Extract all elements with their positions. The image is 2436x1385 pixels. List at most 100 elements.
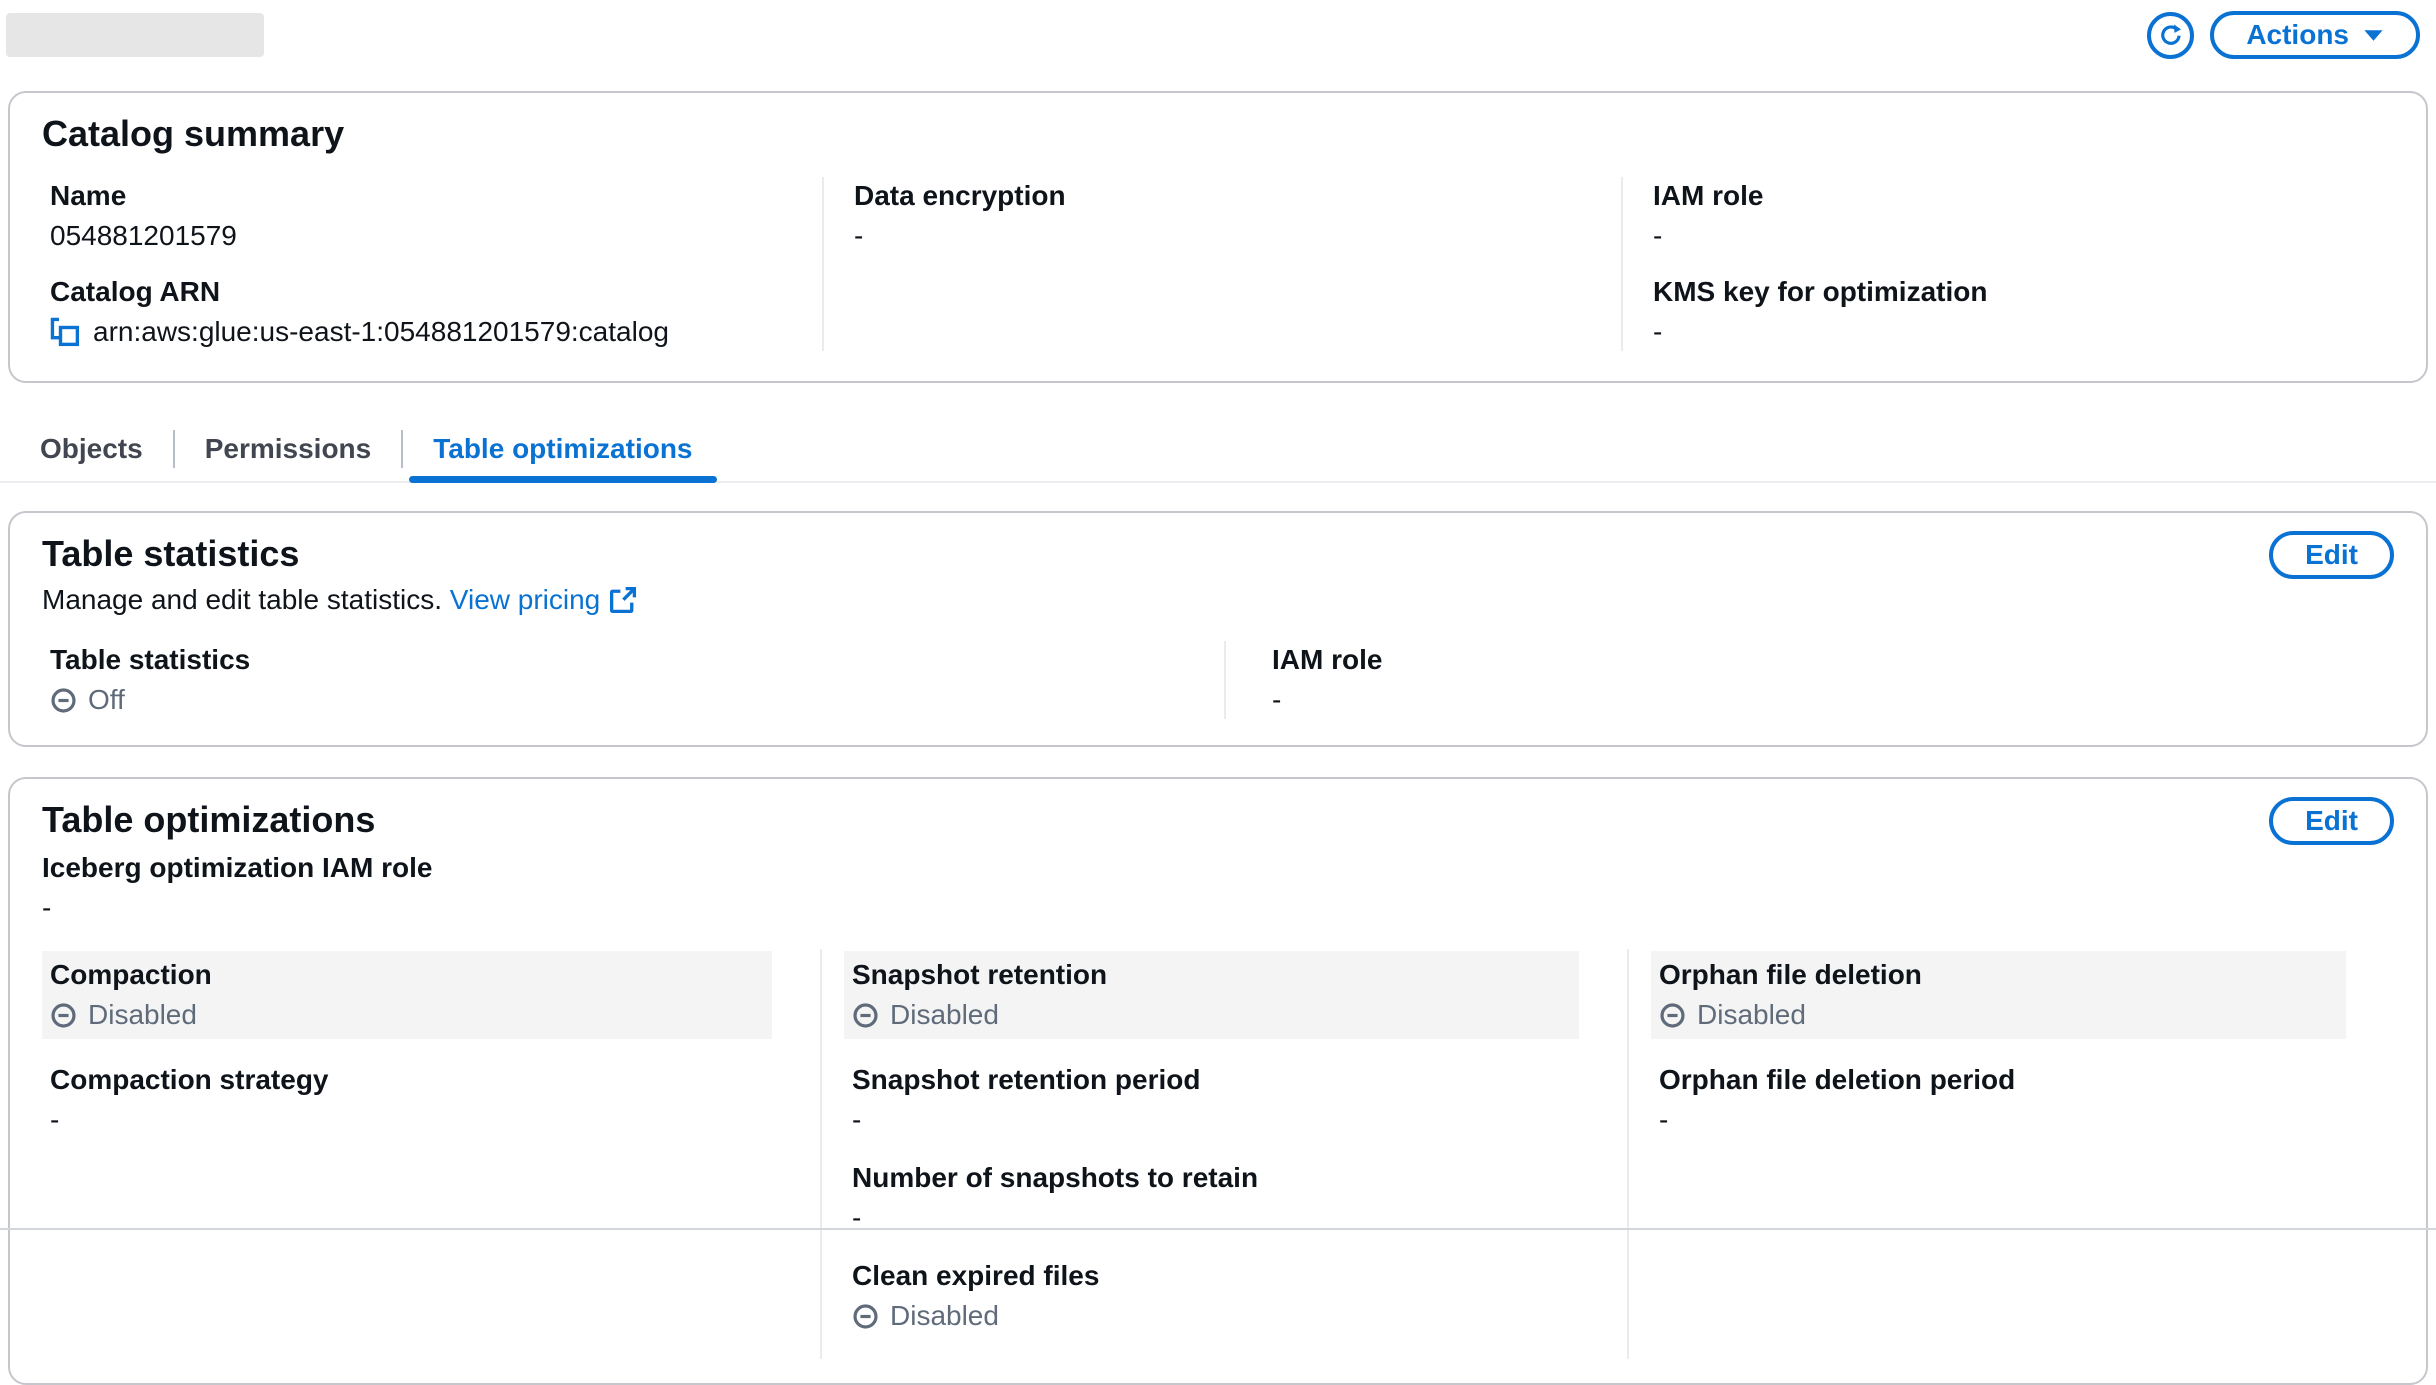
iceberg-iam-role-label: Iceberg optimization IAM role xyxy=(42,851,432,885)
snapshots-to-retain-label: Number of snapshots to retain xyxy=(852,1161,1599,1195)
clean-expired-files-field: Clean expired files Disabled xyxy=(852,1259,1599,1333)
snapshots-to-retain-field: Number of snapshots to retain - xyxy=(852,1161,1599,1235)
actions-button[interactable]: Actions xyxy=(2210,11,2420,59)
stats-iam-role-label: IAM role xyxy=(1272,643,2366,677)
snapshot-retention-status: Disabled xyxy=(852,998,1571,1032)
copy-arn-button[interactable] xyxy=(50,317,80,347)
view-pricing-link[interactable]: View pricing xyxy=(450,581,637,619)
table-optimizations-title: Table optimizations xyxy=(42,797,432,843)
tab-permissions[interactable]: Permissions xyxy=(179,423,398,481)
clean-expired-files-status: Disabled xyxy=(852,1299,1599,1333)
status-stopped-icon xyxy=(1659,1002,1686,1029)
name-value: 054881201579 xyxy=(50,219,794,253)
table-statistics-description-text: Manage and edit table statistics. xyxy=(42,584,442,615)
table-statistics-col-1: Table statistics Off xyxy=(42,641,1224,719)
stats-iam-role-field: IAM role - xyxy=(1272,643,2366,717)
catalog-arn-label: Catalog ARN xyxy=(50,275,794,309)
view-pricing-label: View pricing xyxy=(450,581,600,619)
table-statistics-label: Table statistics xyxy=(50,643,1196,677)
snapshot-retention-status-text: Disabled xyxy=(890,998,999,1032)
table-statistics-field: Table statistics Off xyxy=(50,643,1196,717)
catalog-summary-col-3: IAM role - KMS key for optimization - xyxy=(1621,177,2394,351)
catalog-summary-col-2: Data encryption - xyxy=(822,177,1621,351)
iam-role-value: - xyxy=(1653,219,2366,253)
orphan-file-deletion-status-text: Disabled xyxy=(1697,998,1806,1032)
catalog-summary-title: Catalog summary xyxy=(42,111,2394,157)
optimizations-col-orphan: Orphan file deletion Disabled Orphan fil… xyxy=(1627,949,2394,1359)
orphan-deletion-period-field: Orphan file deletion period - xyxy=(1659,1063,2366,1137)
bottom-divider xyxy=(0,1228,2436,1230)
data-encryption-label: Data encryption xyxy=(854,179,1593,213)
tab-bar: Objects Permissions Table optimizations xyxy=(0,423,2436,483)
compaction-strategy-value: - xyxy=(50,1103,792,1137)
clean-expired-files-label: Clean expired files xyxy=(852,1259,1599,1293)
stats-iam-role-value: - xyxy=(1272,683,2366,717)
compaction-field: Compaction Disabled xyxy=(42,951,772,1039)
kms-key-field: KMS key for optimization - xyxy=(1653,275,2366,349)
compaction-status: Disabled xyxy=(50,998,764,1032)
table-optimizations-grid: Compaction Disabled Compaction strategy … xyxy=(42,949,2394,1359)
orphan-deletion-period-value: - xyxy=(1659,1103,2366,1137)
snapshot-retention-period-field: Snapshot retention period - xyxy=(852,1063,1599,1137)
status-stopped-icon xyxy=(50,687,77,714)
optimizations-col-snapshot: Snapshot retention Disabled Snapshot ret… xyxy=(820,949,1627,1359)
data-encryption-value: - xyxy=(854,219,1593,253)
table-statistics-status: Off xyxy=(50,683,1196,717)
clean-expired-files-status-text: Disabled xyxy=(890,1299,999,1333)
catalog-arn-value: arn:aws:glue:us-east-1:054881201579:cata… xyxy=(93,315,669,349)
name-label: Name xyxy=(50,179,794,213)
table-statistics-card: Table statistics Manage and edit table s… xyxy=(8,511,2428,747)
table-statistics-title: Table statistics xyxy=(42,531,637,577)
orphan-file-deletion-label: Orphan file deletion xyxy=(1659,958,2338,992)
orphan-file-deletion-field: Orphan file deletion Disabled xyxy=(1651,951,2346,1039)
status-stopped-icon xyxy=(50,1002,77,1029)
table-statistics-grid: Table statistics Off IAM role - xyxy=(42,641,2394,719)
iam-role-field: IAM role - xyxy=(1653,179,2366,253)
kms-key-value: - xyxy=(1653,315,2366,349)
tab-table-optimizations[interactable]: Table optimizations xyxy=(407,423,718,481)
iceberg-iam-role-field: Iceberg optimization IAM role - xyxy=(42,851,432,925)
refresh-icon xyxy=(2157,21,2185,49)
refresh-button[interactable] xyxy=(2147,12,2194,59)
table-statistics-col-2: IAM role - xyxy=(1224,641,2394,719)
tab-divider xyxy=(173,430,175,468)
status-stopped-icon xyxy=(852,1002,879,1029)
compaction-status-text: Disabled xyxy=(88,998,197,1032)
table-optimizations-header: Table optimizations Iceberg optimization… xyxy=(42,797,432,925)
table-optimizations-edit-button[interactable]: Edit xyxy=(2269,797,2394,845)
table-statistics-header: Table statistics Manage and edit table s… xyxy=(42,531,637,619)
orphan-deletion-period-label: Orphan file deletion period xyxy=(1659,1063,2366,1097)
table-statistics-edit-button[interactable]: Edit xyxy=(2269,531,2394,579)
optimizations-col-compaction: Compaction Disabled Compaction strategy … xyxy=(42,949,820,1359)
table-statistics-description: Manage and edit table statistics. View p… xyxy=(42,581,637,619)
catalog-arn-field: Catalog ARN arn:aws:glue:us-east-1:05488… xyxy=(50,275,794,349)
tab-divider xyxy=(401,430,403,468)
status-stopped-icon xyxy=(852,1303,879,1330)
title-loading-skeleton xyxy=(6,13,264,57)
chevron-down-icon xyxy=(2363,29,2384,42)
compaction-strategy-field: Compaction strategy - xyxy=(50,1063,792,1137)
data-encryption-field: Data encryption - xyxy=(854,179,1593,253)
external-link-icon xyxy=(609,586,637,614)
table-statistics-status-text: Off xyxy=(88,683,125,717)
catalog-summary-card: Catalog summary Name 054881201579 Catalo… xyxy=(8,91,2428,383)
snapshot-retention-period-label: Snapshot retention period xyxy=(852,1063,1599,1097)
compaction-strategy-label: Compaction strategy xyxy=(50,1063,792,1097)
tab-objects[interactable]: Objects xyxy=(32,423,169,481)
iam-role-label: IAM role xyxy=(1653,179,2366,213)
snapshot-retention-label: Snapshot retention xyxy=(852,958,1571,992)
copy-icon xyxy=(50,317,80,347)
compaction-label: Compaction xyxy=(50,958,764,992)
catalog-summary-col-1: Name 054881201579 Catalog ARN arn:aws:g xyxy=(42,177,822,351)
table-optimizations-card: Table optimizations Iceberg optimization… xyxy=(8,777,2428,1385)
actions-button-label: Actions xyxy=(2246,19,2349,51)
page-header: Actions xyxy=(0,0,2436,69)
iceberg-iam-role-value: - xyxy=(42,891,432,925)
catalog-summary-grid: Name 054881201579 Catalog ARN arn:aws:g xyxy=(42,177,2394,351)
name-field: Name 054881201579 xyxy=(50,179,794,253)
header-actions: Actions xyxy=(2147,11,2420,59)
snapshot-retention-field: Snapshot retention Disabled xyxy=(844,951,1579,1039)
kms-key-label: KMS key for optimization xyxy=(1653,275,2366,309)
snapshot-retention-period-value: - xyxy=(852,1103,1599,1137)
orphan-file-deletion-status: Disabled xyxy=(1659,998,2338,1032)
